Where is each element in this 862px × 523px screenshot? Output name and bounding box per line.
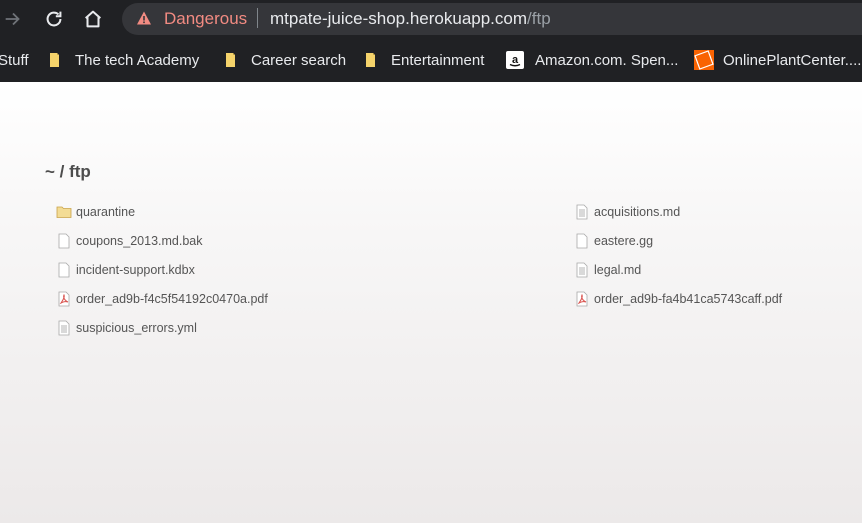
bookmark-label: Career search	[251, 51, 347, 69]
list-item[interactable]: legal.md	[574, 262, 641, 278]
list-item[interactable]: suspicious_errors.yml	[56, 320, 197, 336]
file-name: acquisitions.md	[594, 205, 681, 219]
folder-icon	[50, 53, 59, 67]
bookmark-label: Entertainment	[391, 51, 485, 69]
list-item[interactable]: order_ad9b-f4c5f54192c0470a.pdf	[56, 291, 268, 307]
list-item[interactable]: incident-support.kdbx	[56, 262, 195, 278]
reload-button[interactable]	[42, 7, 66, 31]
file-name: coupons_2013.md.bak	[76, 234, 203, 248]
folder-icon	[366, 53, 375, 67]
home-depot-favicon	[694, 50, 714, 70]
file-name: suspicious_errors.yml	[76, 321, 197, 335]
file-name: order_ad9b-f4c5f54192c0470a.pdf	[76, 292, 268, 306]
bookmark-stuff[interactable]: Stuff	[0, 38, 29, 82]
bookmark-online-plant-center[interactable]: OnlinePlantCenter....	[694, 38, 861, 82]
url-divider	[257, 8, 258, 28]
page-title: ~ / ftp	[45, 162, 91, 181]
text-file-icon	[576, 262, 588, 278]
text-file-icon	[576, 204, 588, 220]
bookmark-label: Stuff	[0, 51, 29, 69]
file-icon	[576, 233, 588, 249]
folder-icon	[226, 53, 235, 67]
file-name: order_ad9b-fa4b41ca5743caff.pdf	[594, 292, 783, 306]
reload-icon	[46, 11, 62, 27]
home-button[interactable]	[81, 7, 105, 31]
list-item[interactable]: quarantine	[56, 204, 135, 220]
file-name: legal.md	[594, 263, 642, 277]
forward-arrow-icon	[5, 12, 20, 26]
forward-button[interactable]	[1, 7, 25, 31]
file-name: quarantine	[76, 205, 136, 219]
bookmark-tech-academy[interactable]: The tech Academy	[48, 38, 199, 82]
file-icon	[58, 262, 70, 278]
url-host: mtpate-juice-shop.herokuapp.com	[270, 9, 528, 28]
file-icon	[58, 233, 70, 249]
list-item[interactable]: coupons_2013.md.bak	[56, 233, 202, 249]
bookmark-career-search[interactable]: Career search	[224, 38, 346, 82]
list-item[interactable]: eastere.gg	[574, 233, 653, 249]
ftp-directory-page: ~ / ftp quarantine coupons_2013.md.bak i…	[0, 82, 862, 523]
svg-text:a: a	[512, 54, 519, 66]
bookmark-amazon[interactable]: a Amazon.com. Spen...	[506, 38, 678, 82]
bookmark-entertainment[interactable]: Entertainment	[364, 38, 484, 82]
file-name: eastere.gg	[594, 234, 654, 248]
home-icon	[85, 10, 101, 28]
url-path: /ftp	[527, 9, 551, 28]
bookmark-label: The tech Academy	[75, 51, 200, 69]
amazon-favicon: a	[506, 51, 524, 69]
warning-triangle-icon[interactable]	[136, 10, 152, 26]
text-file-icon	[58, 320, 70, 336]
browser-toolbar: Dangerous mtpate-juice-shop.herokuapp.co…	[0, 0, 862, 38]
pdf-file-icon	[576, 291, 588, 307]
security-status-label[interactable]: Dangerous	[164, 9, 247, 29]
bookmarks-bar: Stuff The tech Academy Career search Ent…	[0, 38, 862, 82]
bookmark-label: OnlinePlantCenter....	[723, 51, 862, 69]
list-item[interactable]: order_ad9b-fa4b41ca5743caff.pdf	[574, 291, 782, 307]
url-text[interactable]: mtpate-juice-shop.herokuapp.com/ftp	[270, 9, 551, 29]
file-name: incident-support.kdbx	[76, 263, 195, 277]
list-item[interactable]: acquisitions.md	[574, 204, 680, 220]
pdf-file-icon	[58, 291, 70, 307]
bookmark-label: Amazon.com. Spen...	[535, 51, 679, 69]
folder-icon	[56, 206, 72, 218]
